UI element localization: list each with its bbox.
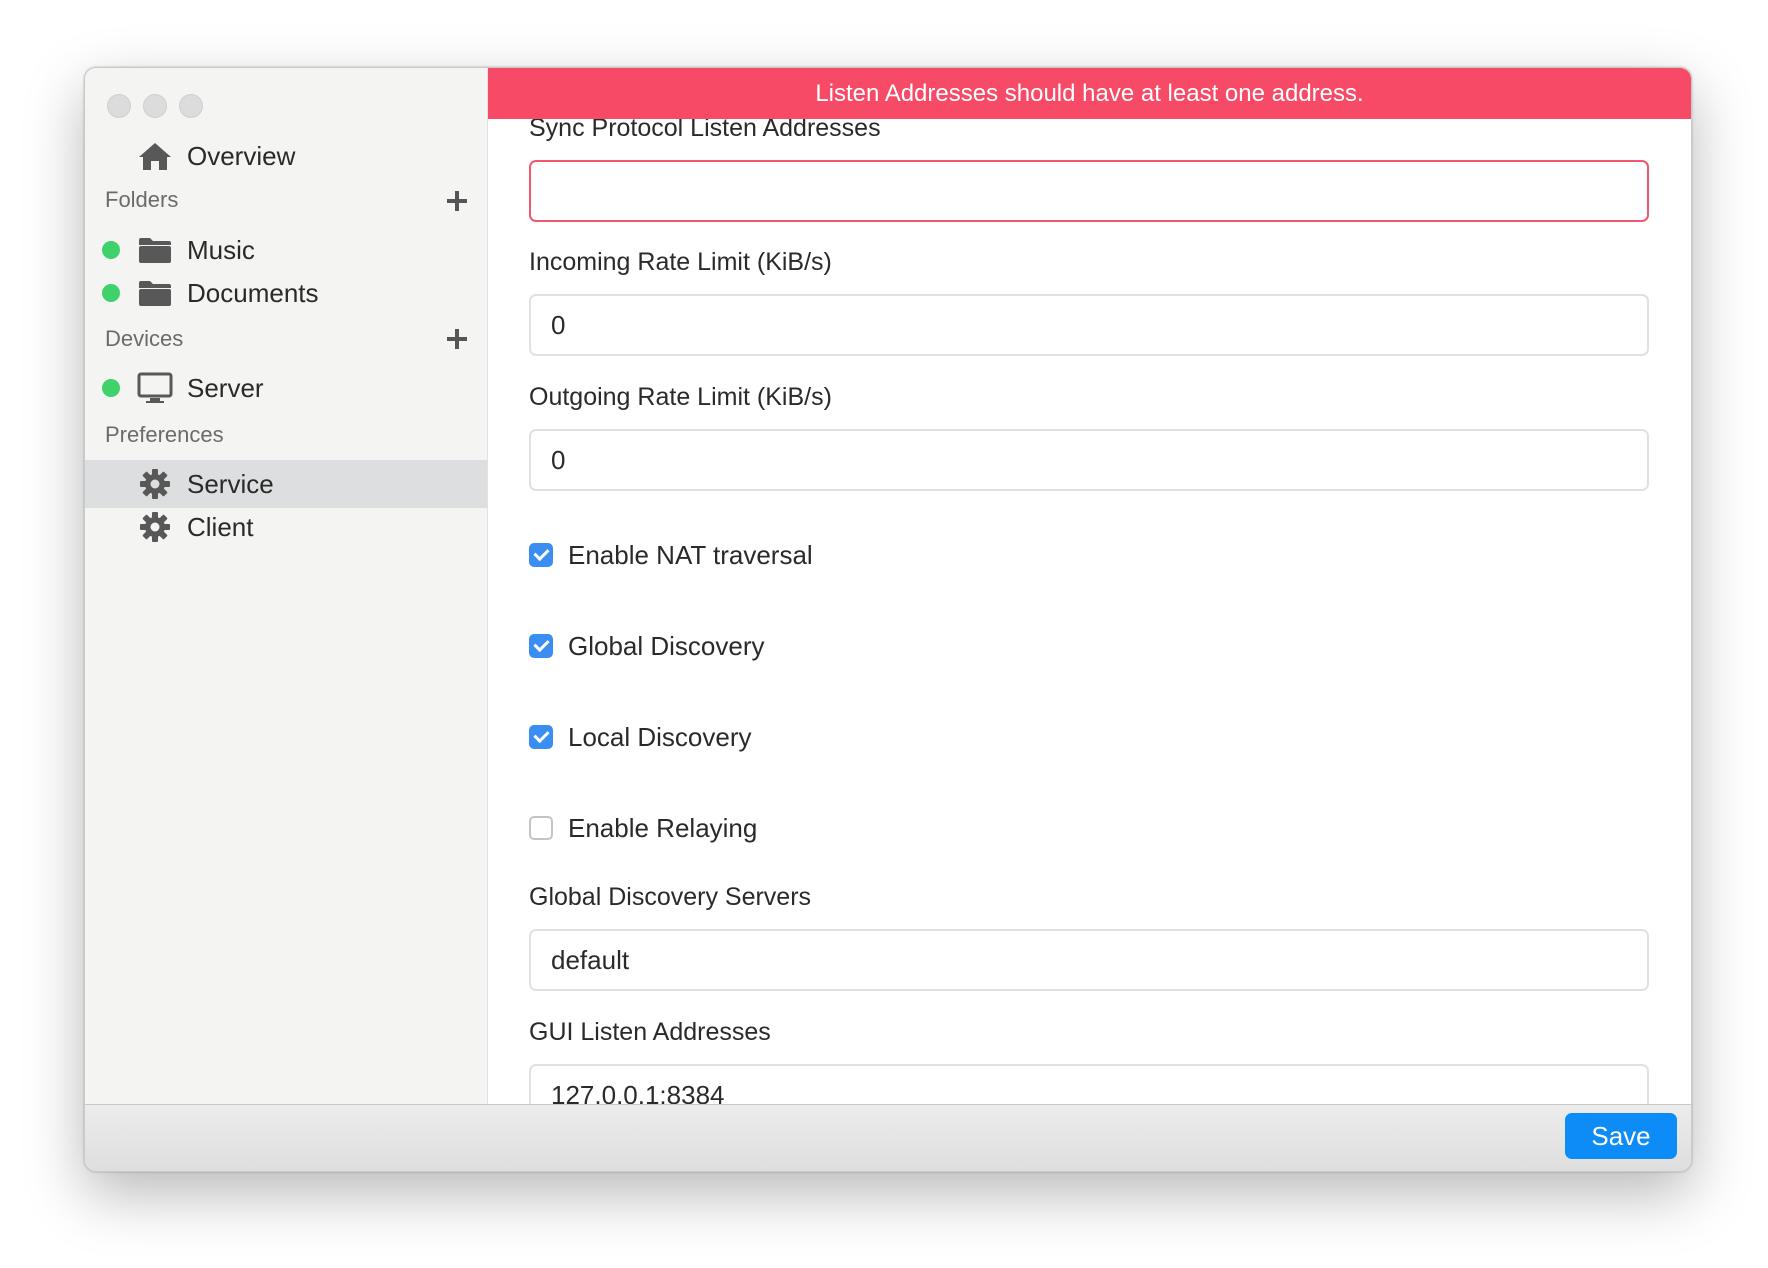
gui-listen-label: GUI Listen Addresses bbox=[529, 1018, 771, 1046]
incoming-rate-input[interactable] bbox=[529, 294, 1649, 356]
sidebar-item-label: Service bbox=[187, 468, 274, 499]
gear-icon bbox=[137, 509, 173, 545]
local-discovery-option[interactable]: Local Discovery bbox=[529, 721, 752, 753]
home-icon bbox=[137, 138, 173, 174]
global-discovery-checkbox[interactable] bbox=[529, 634, 553, 658]
app-window: Overview Folders Music Documents Devices bbox=[84, 67, 1692, 1172]
window-zoom-button[interactable] bbox=[179, 94, 203, 118]
footer-bar: Save bbox=[85, 1104, 1691, 1171]
service-preferences-panel: Listen Addresses should have at least on… bbox=[488, 68, 1691, 1104]
outgoing-rate-label: Outgoing Rate Limit (KiB/s) bbox=[529, 383, 832, 411]
error-banner: Listen Addresses should have at least on… bbox=[488, 68, 1691, 119]
relaying-label: Enable Relaying bbox=[568, 812, 758, 843]
relaying-checkbox[interactable] bbox=[529, 816, 553, 840]
sidebar-item-music[interactable]: Music bbox=[85, 226, 487, 274]
window-minimize-button[interactable] bbox=[143, 94, 167, 118]
local-discovery-checkbox[interactable] bbox=[529, 725, 553, 749]
incoming-rate-label: Incoming Rate Limit (KiB/s) bbox=[529, 248, 832, 276]
sidebar-item-overview[interactable]: Overview bbox=[85, 132, 487, 180]
nat-traversal-option[interactable]: Enable NAT traversal bbox=[529, 539, 813, 571]
preferences-section-header: Preferences bbox=[105, 422, 224, 447]
local-discovery-label: Local Discovery bbox=[568, 721, 752, 752]
global-discovery-option[interactable]: Global Discovery bbox=[529, 630, 765, 662]
save-button[interactable]: Save bbox=[1565, 1113, 1677, 1159]
sidebar-item-label: Music bbox=[187, 234, 255, 265]
sync-listen-input[interactable] bbox=[529, 160, 1649, 222]
folder-icon bbox=[137, 232, 173, 268]
status-dot bbox=[102, 241, 120, 259]
add-device-button[interactable] bbox=[445, 327, 469, 351]
sidebar-item-client[interactable]: Client bbox=[85, 503, 487, 551]
sidebar-item-label: Overview bbox=[187, 140, 296, 171]
gui-listen-input[interactable] bbox=[529, 1064, 1649, 1104]
monitor-icon bbox=[137, 370, 173, 406]
status-dot bbox=[102, 284, 120, 302]
folders-section-header: Folders bbox=[105, 187, 179, 212]
sidebar-item-label: Server bbox=[187, 372, 264, 403]
status-dot bbox=[102, 379, 120, 397]
outgoing-rate-input[interactable] bbox=[529, 429, 1649, 491]
sidebar-item-documents[interactable]: Documents bbox=[85, 269, 487, 317]
sidebar: Overview Folders Music Documents Devices bbox=[85, 68, 488, 1104]
nat-traversal-checkbox[interactable] bbox=[529, 543, 553, 567]
sidebar-item-server[interactable]: Server bbox=[85, 364, 487, 412]
nat-traversal-label: Enable NAT traversal bbox=[568, 539, 813, 570]
window-close-button[interactable] bbox=[107, 94, 131, 118]
global-discovery-label: Global Discovery bbox=[568, 630, 765, 661]
devices-section-header: Devices bbox=[105, 326, 184, 351]
folder-icon bbox=[137, 275, 173, 311]
gear-icon bbox=[137, 466, 173, 502]
relaying-option[interactable]: Enable Relaying bbox=[529, 812, 757, 844]
discovery-servers-input[interactable] bbox=[529, 929, 1649, 991]
discovery-servers-label: Global Discovery Servers bbox=[529, 883, 812, 911]
sidebar-item-service[interactable]: Service bbox=[85, 460, 487, 508]
add-folder-button[interactable] bbox=[445, 189, 469, 213]
sidebar-item-label: Documents bbox=[187, 277, 319, 308]
sidebar-item-label: Client bbox=[187, 511, 254, 542]
